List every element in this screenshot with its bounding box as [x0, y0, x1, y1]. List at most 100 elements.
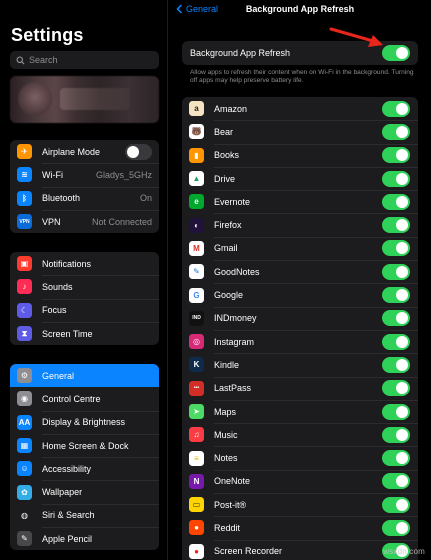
app-row-evernote: e Evernote	[182, 190, 418, 213]
app-name: Notes	[214, 453, 238, 464]
sidebar-item-notifications[interactable]: ▣ Notifications	[10, 252, 159, 275]
red-arrow-icon	[329, 27, 383, 47]
sidebar-item-apple-pencil[interactable]: ✎ Apple Pencil	[10, 527, 159, 550]
app-row-onenote: N OneNote	[182, 469, 418, 493]
app-refresh-toggle[interactable]	[382, 450, 410, 467]
app-name: Drive	[214, 173, 236, 184]
notifications-group: ▣ Notifications ♪ Sounds ☾ Focus ⧗ Screen Time	[10, 252, 159, 346]
sidebar-item-bluetooth[interactable]: ᛒ Bluetooth On	[10, 186, 159, 210]
sidebar-item-control-centre[interactable]: ◉ Control Centre	[10, 387, 159, 410]
hourglass-icon: ⧗	[17, 326, 32, 342]
app-row-google: G Google	[182, 283, 418, 306]
search-field[interactable]: Search	[10, 51, 159, 69]
sidebar-item-vpn[interactable]: VPN VPN Not Connected	[10, 209, 159, 233]
app-refresh-toggle[interactable]	[382, 519, 410, 536]
sidebar-item-label: Sounds	[42, 281, 73, 292]
app-refresh-toggle[interactable]	[382, 333, 410, 350]
app-refresh-toggle[interactable]	[382, 123, 410, 140]
app-row-instagram: ◎ Instagram	[182, 329, 418, 353]
app-row-maps: ➤ Maps	[182, 399, 418, 423]
sidebar-item-label: Home Screen & Dock	[42, 440, 129, 451]
app-refresh-toggle[interactable]	[382, 426, 410, 443]
sidebar-item-label: General	[42, 370, 75, 381]
sidebar-item-accessibility[interactable]: ☺ Accessibility	[10, 457, 159, 480]
app-refresh-toggle[interactable]	[382, 287, 410, 304]
gmail-icon: M	[189, 240, 204, 256]
app-refresh-toggle[interactable]	[382, 473, 410, 490]
app-refresh-toggle[interactable]	[382, 356, 410, 373]
app-refresh-toggle[interactable]	[382, 496, 410, 513]
sidebar-item-wi-fi[interactable]: ≋ Wi-Fi Gladys_5GHz	[10, 163, 159, 186]
app-name: Evernote	[214, 196, 251, 207]
sidebar-item-general[interactable]: ⚙ General	[10, 364, 159, 388]
app-refresh-toggle[interactable]	[382, 403, 410, 420]
notes-icon: ≡	[189, 450, 204, 466]
display-icon: AA	[17, 414, 32, 430]
app-refresh-toggle[interactable]	[382, 380, 410, 397]
sidebar-item-sounds[interactable]: ♪ Sounds	[10, 275, 159, 298]
app-name: Screen Recorder	[214, 546, 283, 557]
postit-icon: ▭	[189, 497, 204, 513]
app-name: Books	[214, 150, 240, 161]
refresh-description: Allow apps to refresh their content when…	[190, 69, 414, 85]
search-icon	[16, 55, 25, 65]
app-refresh-toggle[interactable]	[382, 170, 410, 187]
app-name: Kindle	[214, 359, 240, 370]
app-name: Reddit	[214, 522, 241, 533]
sidebar-item-wallpaper[interactable]: ✿ Wallpaper	[10, 480, 159, 503]
focus-moon-icon: ☾	[17, 302, 32, 318]
app-row-lastpass: ••• LastPass	[182, 376, 418, 400]
books-icon: ▮	[189, 147, 204, 163]
sidebar-item-label: Screen Time	[42, 328, 93, 339]
sidebar-item-label: Accessibility	[42, 463, 92, 474]
app-name: LastPass	[214, 383, 252, 394]
lastpass-icon: •••	[189, 380, 204, 396]
app-row-goodnotes: ✎ GoodNotes	[182, 260, 418, 283]
sidebar-item-siri-search[interactable]: ◍ Siri & Search	[10, 503, 159, 527]
wallpaper-icon: ✿	[17, 484, 32, 500]
app-name: Google	[214, 290, 244, 301]
airplane-icon: ✈	[17, 144, 32, 160]
sidebar-item-screen-time[interactable]: ⧗ Screen Time	[10, 321, 159, 345]
search-placeholder: Search	[29, 55, 58, 65]
general-group: ⚙ General ◉ Control Centre AA Display & Brigh…	[10, 364, 159, 551]
app-name: Firefox	[214, 220, 242, 231]
app-row-gmail: M Gmail	[182, 236, 418, 260]
sidebar-item-airplane-mode[interactable]: ✈ Airplane Mode	[10, 140, 159, 163]
app-name: INDmoney	[214, 313, 257, 324]
app-name: Instagram	[214, 336, 255, 347]
sidebar-title: Settings	[11, 25, 84, 45]
sidebar-item-label: Apple Pencil	[42, 533, 93, 544]
sidebar-item-home-screen-dock[interactable]: ▦ Home Screen & Dock	[10, 433, 159, 457]
app-name: Gmail	[214, 243, 238, 254]
app-refresh-toggle[interactable]	[382, 310, 410, 327]
drive-icon: ▲	[189, 171, 204, 187]
airplane-mode-toggle[interactable]	[125, 143, 152, 160]
kindle-icon: K	[189, 357, 204, 373]
app-refresh-toggle[interactable]	[382, 147, 410, 164]
sidebar-item-label: Siri & Search	[42, 510, 95, 521]
bluetooth-icon: ᛒ	[17, 190, 32, 206]
app-row-indmoney: IND INDmoney	[182, 306, 418, 330]
app-refresh-toggle[interactable]	[382, 217, 410, 234]
app-refresh-toggle[interactable]	[382, 263, 410, 280]
app-row-firefox: ◐ Firefox	[182, 213, 418, 236]
app-row-drive: ▲ Drive	[182, 166, 418, 190]
onenote-icon: N	[189, 473, 204, 489]
sidebar-item-focus[interactable]: ☾ Focus	[10, 298, 159, 322]
app-name: OneNote	[214, 476, 251, 487]
sidebar-item-label: Display & Brightness	[42, 417, 126, 428]
app-row-reddit: ● Reddit	[182, 516, 418, 539]
sidebar-item-value: On	[139, 193, 152, 204]
app-refresh-toggle[interactable]	[382, 240, 410, 257]
instagram-icon: ◎	[189, 334, 204, 350]
app-name: Maps	[214, 406, 237, 417]
sidebar-item-display-brightness[interactable]: AA Display & Brightness	[10, 410, 159, 434]
app-name: Amazon	[214, 103, 248, 114]
app-row-books: ▮ Books	[182, 143, 418, 167]
apple-id-profile[interactable]	[10, 76, 159, 123]
app-refresh-toggle[interactable]	[382, 100, 410, 117]
sidebar-item-label: VPN	[42, 216, 61, 227]
app-refresh-toggle[interactable]	[382, 193, 410, 210]
app-list: a Amazon 🐻 Bear ▮ Books ▲ Drive e Evernote ◐ Firefo…	[182, 97, 418, 560]
